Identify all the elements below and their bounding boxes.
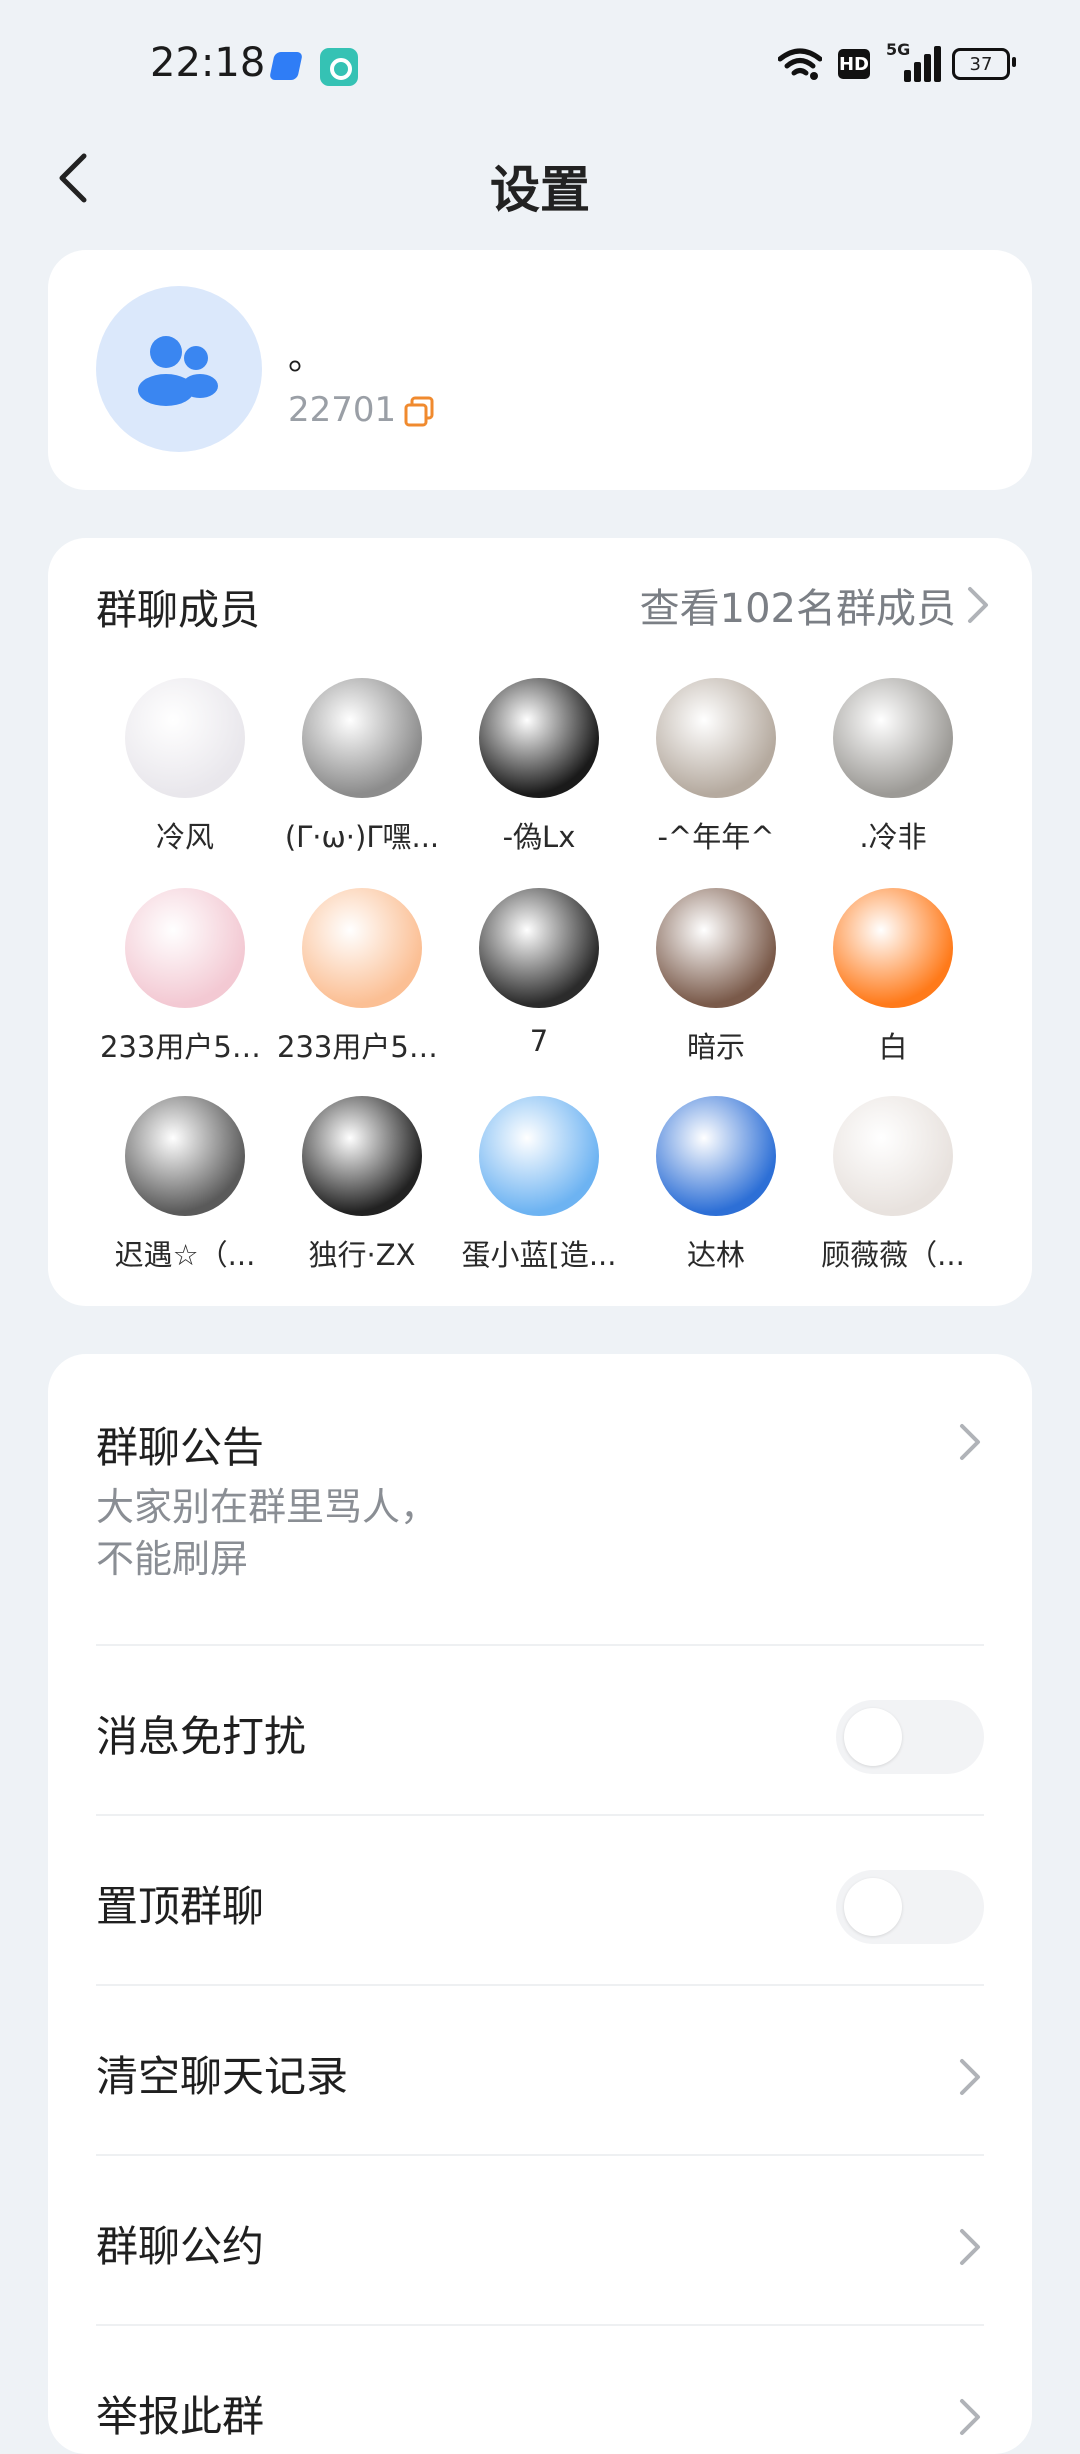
member-name: 暗示 [686, 1030, 745, 1064]
member-avatar [656, 888, 776, 1008]
app-notification-icon [320, 48, 358, 86]
member-avatar [302, 678, 422, 798]
member-name: 233用户52... [277, 1030, 447, 1064]
member-name: 7 [529, 1024, 549, 1058]
report-row[interactable]: 举报此群 [96, 2380, 984, 2454]
member-avatar [833, 678, 953, 798]
status-bar: 22:18 HD 5G 37 [0, 0, 1080, 130]
member-avatar [125, 888, 245, 1008]
group-name: 。 [288, 337, 325, 378]
mute-toggle[interactable] [836, 1700, 984, 1774]
signal-icon: 5G [886, 40, 941, 82]
member-name: 233用户52... [100, 1030, 270, 1064]
wifi-icon [778, 48, 822, 80]
group-avatar [96, 286, 262, 452]
member-item[interactable]: .冷非 [808, 678, 978, 856]
member-avatar [833, 888, 953, 1008]
battery-icon: 37 [952, 48, 1016, 80]
member-name: 达林 [686, 1238, 745, 1272]
divider [96, 1644, 984, 1646]
group-users-icon [138, 336, 218, 406]
member-avatar [656, 678, 776, 798]
member-item[interactable]: -^年年^ [631, 678, 801, 856]
announcement-label: 群聊公告 [96, 1423, 265, 1472]
clear-history-row[interactable]: 清空聊天记录 [96, 2040, 984, 2114]
view-all-members-link[interactable]: 查看102名群成员 [640, 576, 990, 634]
pin-toggle[interactable] [836, 1870, 984, 1944]
member-name: (Γ·ω·)Γ嘿... [284, 820, 440, 854]
member-avatar [656, 1096, 776, 1216]
member-item[interactable]: 233用户52... [100, 888, 270, 1066]
members-title: 群聊成员 [96, 586, 260, 634]
member-avatar [479, 1096, 599, 1216]
hd-badge: HD [838, 49, 870, 79]
members-card: 群聊成员 查看102名群成员 冷风 (Γ·ω·)Γ嘿... -偽Lx -^年年^ .冷非… [48, 538, 1032, 1306]
chevron-right-icon [960, 2059, 980, 2095]
member-avatar [125, 678, 245, 798]
member-avatar [125, 1096, 245, 1216]
view-all-label: 查看102名群成员 [639, 586, 956, 632]
member-item[interactable]: 顾薇薇（... [808, 1096, 978, 1274]
member-avatar [479, 888, 599, 1008]
report-label: 举报此群 [96, 2392, 265, 2441]
chevron-right-icon [960, 1424, 980, 1460]
settings-card: 群聊公告 大家别在群里骂人， 不能刷屏 消息免打扰 置顶群聊 清空聊天记录 群聊… [48, 1354, 1032, 2454]
member-item[interactable]: 暗示 [631, 888, 801, 1066]
member-name: .冷非 [859, 820, 927, 854]
group-rules-label: 群聊公约 [96, 2222, 265, 2271]
member-item[interactable]: -偽Lx [454, 678, 624, 856]
member-item[interactable]: 冷风 [100, 678, 270, 856]
member-avatar [302, 888, 422, 1008]
page-title: 设置 [490, 161, 590, 219]
chevron-right-icon [968, 587, 988, 623]
member-name: 独行·ZX [308, 1238, 416, 1272]
member-avatar [833, 1096, 953, 1216]
divider [96, 2324, 984, 2326]
status-time: 22:18 [150, 40, 266, 86]
chevron-right-icon [960, 2229, 980, 2265]
member-item[interactable]: 独行·ZX [277, 1096, 447, 1274]
pin-row: 置顶群聊 [96, 1870, 984, 1944]
group-rules-row[interactable]: 群聊公约 [96, 2210, 984, 2284]
member-item[interactable]: (Γ·ω·)Γ嘿... [277, 678, 447, 856]
member-item[interactable]: 白 [808, 888, 978, 1066]
mute-row: 消息免打扰 [96, 1700, 984, 1774]
member-item[interactable]: 233用户52... [277, 888, 447, 1066]
announcement-row[interactable]: 群聊公告 大家别在群里骂人， 不能刷屏 [96, 1414, 984, 1614]
member-avatar [302, 1096, 422, 1216]
copy-icon[interactable] [402, 394, 438, 430]
member-item[interactable]: 蛋小蓝[造... [454, 1096, 624, 1274]
member-name: -^年年^ [657, 820, 775, 854]
member-item[interactable]: 7 [454, 888, 624, 1058]
member-item[interactable]: 达林 [631, 1096, 801, 1274]
member-name: 顾薇薇（... [821, 1238, 965, 1272]
member-name: 冷风 [155, 820, 214, 854]
network-label: 5G [886, 40, 911, 59]
group-info-card[interactable]: 。 22701 [48, 250, 1032, 490]
member-item[interactable]: 迟遇☆（... [100, 1096, 270, 1274]
battery-level: 37 [969, 53, 993, 75]
member-avatar [479, 678, 599, 798]
divider [96, 1814, 984, 1816]
announcement-content-line1: 大家别在群里骂人， [96, 1485, 439, 1529]
divider [96, 2154, 984, 2156]
group-id: 22701 [288, 390, 397, 430]
member-name: 蛋小蓝[造... [461, 1238, 617, 1272]
divider [96, 1984, 984, 1986]
clear-history-label: 清空聊天记录 [96, 2052, 349, 2101]
announcement-content-line2: 不能刷屏 [96, 1537, 249, 1581]
chevron-right-icon [960, 2399, 980, 2435]
member-name: 白 [878, 1030, 908, 1064]
member-name: -偽Lx [502, 820, 576, 854]
member-name: 迟遇☆（... [114, 1238, 256, 1272]
feather-app-icon [269, 52, 303, 80]
